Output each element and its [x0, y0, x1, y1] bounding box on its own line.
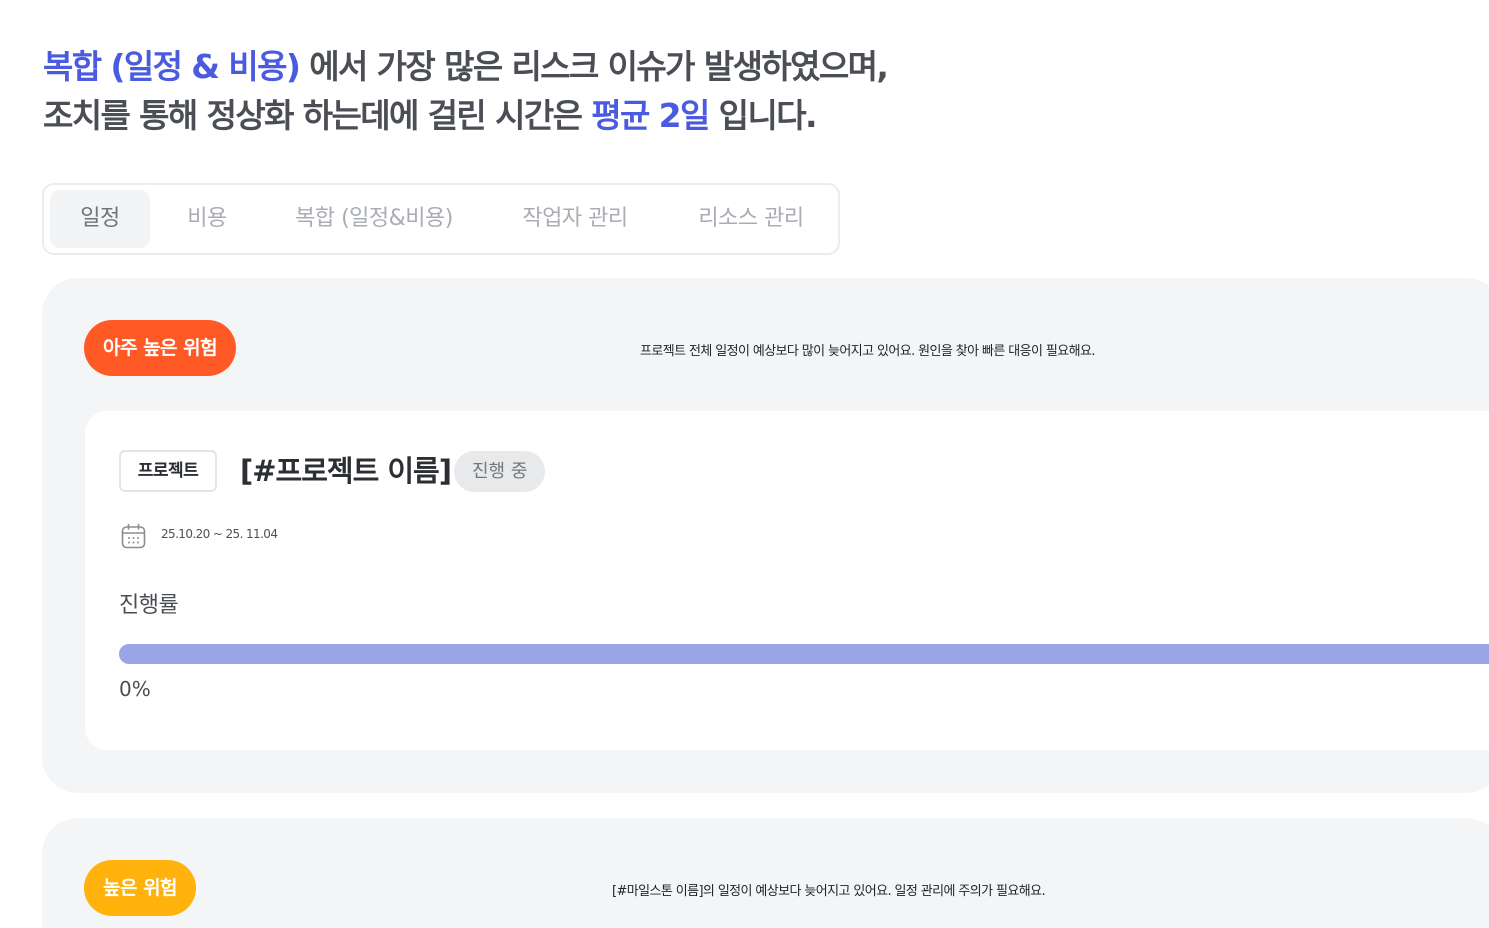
- risk-level-badge-high: 높은 위험: [84, 860, 197, 916]
- tab-cost[interactable]: 비용: [162, 190, 252, 248]
- risk-group-very-high: 아주 높은 위험 프로젝트 전체 일정이 예상보다 많이 늦어지고 있어요. 원…: [42, 278, 1489, 793]
- project-type-chip: 프로젝트: [119, 450, 217, 492]
- progress-bar: [119, 644, 1489, 664]
- tab-worker-management[interactable]: 작업자 관리: [500, 190, 650, 248]
- tab-combined[interactable]: 복합 (일정&비용): [274, 190, 474, 248]
- project-name: [#프로젝트 이름]: [240, 454, 452, 488]
- tab-resource-management[interactable]: 리소스 관리: [676, 190, 826, 248]
- progress-value: 0%: [119, 677, 151, 701]
- headline-line-2: 조치를 통해 정상화 하는데에 걸린 시간은 평균 2일 입니다.: [43, 91, 887, 140]
- headline-line-1-text: 에서 가장 많은 리스크 이슈가 발생하였으며,: [299, 47, 889, 86]
- status-badge: 진행 중: [454, 451, 546, 492]
- summary-headline: 복합 (일정 & 비용) 에서 가장 많은 리스크 이슈가 발생하였으며, 조치…: [43, 42, 889, 140]
- risk-message: 프로젝트 전체 일정이 예상보다 많이 늦어지고 있어요. 원인을 찾아 빠른 …: [640, 344, 1095, 359]
- headline-line-2-end: 입니다.: [708, 96, 818, 135]
- tab-schedule[interactable]: 일정: [50, 190, 150, 248]
- project-date-range: 25.10.20 ~ 25. 11.04: [161, 527, 278, 541]
- headline-line-2-text: 조치를 통해 정상화 하는데에 걸린 시간은: [43, 96, 592, 135]
- risk-level-badge-very-high: 아주 높은 위험: [84, 320, 237, 376]
- risk-report-page: 복합 (일정 & 비용) 에서 가장 많은 리스크 이슈가 발생하였으며, 조치…: [0, 0, 1489, 928]
- risk-group-high: 높은 위험 [#마일스톤 이름]의 일정이 예상보다 늦어지고 있어요. 일정 …: [42, 818, 1489, 928]
- project-card[interactable]: 프로젝트 [#프로젝트 이름] 진행 중 25.10.20 ~ 25. 11.0…: [85, 411, 1489, 750]
- headline-average-highlight: 평균 2일: [591, 96, 710, 135]
- calendar-icon: [121, 523, 146, 549]
- headline-line-1: 복합 (일정 & 비용) 에서 가장 많은 리스크 이슈가 발생하였으며,: [43, 42, 889, 91]
- risk-category-tabs: 일정 비용 복합 (일정&비용) 작업자 관리 리소스 관리: [42, 183, 840, 255]
- headline-category-highlight: 복합 (일정 & 비용): [43, 47, 301, 86]
- risk-message: [#마일스톤 이름]의 일정이 예상보다 늦어지고 있어요. 일정 관리에 주의…: [612, 884, 1046, 899]
- progress-label: 진행률: [119, 593, 179, 618]
